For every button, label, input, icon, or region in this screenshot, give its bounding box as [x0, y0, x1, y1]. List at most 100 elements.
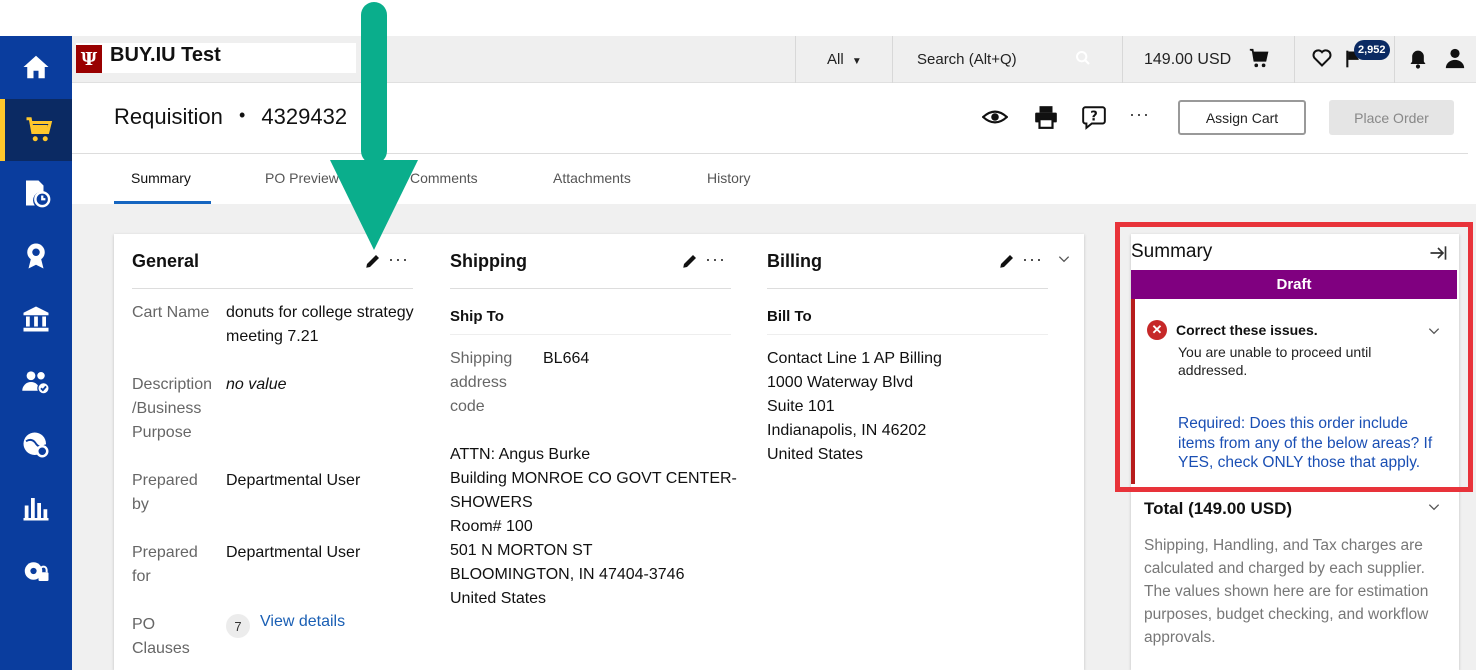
address-line: Room# 100 — [450, 518, 533, 535]
search-icon[interactable] — [1075, 50, 1091, 66]
billing-title: Billing — [767, 251, 822, 271]
address-line: Building MONROE CO GOVT CENTER- — [450, 470, 737, 487]
total-title: Total (149.00 USD) — [1144, 499, 1293, 518]
sidebar-item-contracts[interactable] — [0, 225, 72, 287]
search-scope-label: All — [827, 51, 844, 68]
field-label: Prepared by — [132, 472, 198, 513]
sidebar-item-orders[interactable] — [0, 162, 72, 224]
home-icon — [23, 55, 49, 79]
divider — [795, 36, 796, 83]
divider — [1122, 36, 1123, 83]
user-icon[interactable] — [1444, 47, 1466, 69]
top-bar: Ψ BUY.IU Test All ▼ Search (Alt+Q) 149.0… — [72, 36, 1476, 83]
sidebar-item-shop[interactable] — [0, 99, 72, 161]
annotation-highlight-frame — [1115, 222, 1473, 492]
field-label: PO Clauses — [132, 616, 190, 657]
header-divider — [72, 153, 1468, 154]
address-line: Suite 101 — [767, 398, 835, 415]
address-line: Contact Line 1 AP Billing — [767, 350, 942, 367]
page-title-label: Requisition — [114, 104, 223, 129]
address-line: BLOOMINGTON, IN 47404-3746 — [450, 566, 685, 583]
address-line: 501 N MORTON ST — [450, 542, 593, 559]
divider — [450, 288, 731, 289]
tab-po-preview[interactable]: PO Preview — [265, 170, 339, 186]
address-line: United States — [450, 590, 547, 607]
sidebar-item-suppliers[interactable] — [0, 351, 72, 413]
svg-text:?: ? — [1090, 109, 1098, 124]
tab-history[interactable]: History — [707, 170, 751, 186]
prepared-by-value: Departmental User — [226, 472, 361, 489]
address-line: ATTN: Angus Burke — [450, 446, 591, 463]
divider — [892, 36, 893, 83]
cart-total[interactable]: 149.00 USD — [1144, 51, 1231, 69]
bell-icon[interactable] — [1408, 48, 1428, 70]
clause-count-badge: 7 — [226, 614, 250, 638]
app-title: BUY.IU Test — [110, 44, 221, 66]
page-title: Requisition • 4329432 — [114, 104, 347, 130]
divider — [1394, 36, 1395, 83]
title-separator: • — [238, 105, 246, 125]
divider — [767, 334, 1048, 335]
cart-icon[interactable] — [1248, 47, 1270, 69]
tab-summary[interactable]: Summary — [131, 170, 191, 186]
field-label: Shipping address code — [450, 350, 513, 415]
assign-cart-button[interactable]: Assign Cart — [1178, 100, 1306, 135]
caret-down-icon: ▼ — [851, 56, 862, 67]
more-options-icon[interactable]: ··· — [705, 249, 726, 270]
award-icon — [27, 243, 45, 269]
sidebar-nav — [0, 36, 72, 670]
more-options-icon[interactable]: ··· — [1022, 249, 1043, 270]
tab-attachments[interactable]: Attachments — [553, 170, 631, 186]
divider — [767, 288, 1048, 289]
document-clock-icon — [26, 180, 51, 208]
field-label: Prepared for — [132, 544, 198, 585]
description-value: no value — [226, 376, 287, 393]
address-line: SHOWERS — [450, 494, 533, 511]
address-line: United States — [767, 446, 864, 463]
field-label: Description /Business Purpose — [132, 376, 213, 441]
pencil-icon[interactable] — [364, 252, 382, 270]
general-title: General — [132, 251, 200, 271]
divider — [450, 334, 731, 335]
prepared-for-value: Departmental User — [226, 544, 361, 561]
sidebar-item-setup[interactable] — [0, 540, 72, 602]
eye-icon[interactable] — [982, 104, 1008, 130]
more-options-icon[interactable]: ··· — [1129, 104, 1150, 125]
bill-to-heading: Bill To — [767, 308, 812, 325]
address-line: 1000 Waterway Blvd — [767, 374, 914, 391]
address-line: Indianapolis, IN 46202 — [767, 422, 927, 439]
total-description: Shipping, Handling, and Tax charges are … — [1144, 537, 1429, 646]
view-details-link[interactable]: View details — [260, 613, 345, 631]
field-label: Cart Name — [132, 304, 210, 321]
cart-name-value: donuts for college strategy meeting 7.21 — [226, 304, 414, 345]
globe-search-icon — [23, 432, 49, 458]
details-card — [114, 234, 1084, 670]
search-scope-dropdown[interactable]: All ▼ — [827, 51, 862, 68]
help-icon[interactable]: ? — [1081, 104, 1107, 130]
sidebar-item-reports[interactable] — [0, 477, 72, 539]
people-check-icon — [22, 371, 50, 395]
cart-icon — [26, 117, 52, 142]
more-options-icon[interactable]: ··· — [388, 249, 409, 270]
divider — [1294, 36, 1295, 83]
shipping-title: Shipping — [450, 251, 527, 271]
tab-comments[interactable]: Comments — [410, 170, 478, 186]
sidebar-item-sourcing[interactable] — [0, 414, 72, 476]
bank-icon — [23, 306, 49, 332]
shipping-code-value: BL664 — [543, 350, 590, 367]
chevron-down-icon[interactable] — [1427, 500, 1441, 514]
sidebar-item-accounts-payable[interactable] — [0, 288, 72, 350]
pencil-icon[interactable] — [681, 252, 699, 270]
chevron-down-icon[interactable] — [1057, 252, 1071, 266]
ship-to-heading: Ship To — [450, 308, 504, 325]
iu-logo: Ψ — [76, 45, 102, 73]
printer-icon[interactable] — [1033, 104, 1059, 130]
bar-chart-icon — [23, 498, 49, 521]
sidebar-item-home[interactable] — [0, 36, 72, 98]
notifications-badge[interactable]: 2,952 — [1354, 40, 1390, 60]
divider — [132, 288, 413, 289]
heart-icon[interactable] — [1312, 48, 1332, 68]
pencil-icon[interactable] — [998, 252, 1016, 270]
gear-lock-icon — [24, 562, 49, 581]
place-order-button[interactable]: Place Order — [1329, 100, 1454, 135]
